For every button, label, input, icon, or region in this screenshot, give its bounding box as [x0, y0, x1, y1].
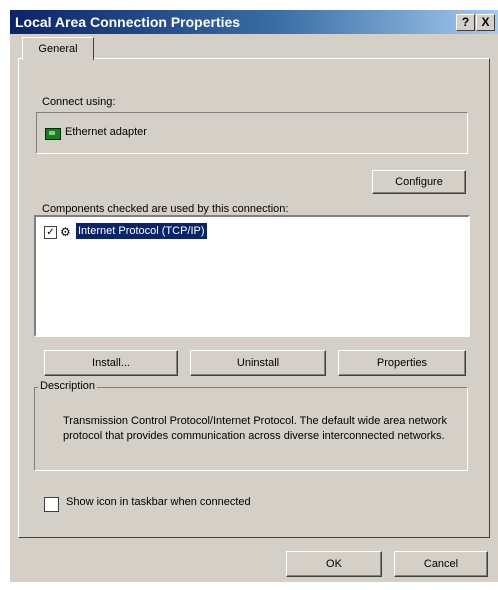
cancel-button[interactable]: Cancel — [394, 551, 488, 577]
connect-using-label: Connect using: — [42, 96, 116, 108]
help-button[interactable]: ? — [456, 14, 475, 31]
adapter-box: Ethernet adapter — [36, 112, 468, 154]
configure-button[interactable]: Configure — [372, 170, 466, 194]
components-list[interactable]: ✓ ⚙ Internet Protocol (TCP/IP) — [34, 215, 470, 337]
description-text: Transmission Control Protocol/Internet P… — [63, 415, 447, 442]
show-icon-label: Show icon in taskbar when connected — [66, 496, 251, 508]
protocol-label[interactable]: Internet Protocol (TCP/IP) — [76, 223, 207, 239]
network-adapter-icon — [45, 128, 61, 140]
protocol-icon: ⚙ — [60, 225, 71, 239]
description-group: Transmission Control Protocol/Internet P… — [34, 387, 468, 471]
components-label: Components checked are used by this conn… — [42, 203, 289, 215]
description-title: Description — [38, 380, 98, 392]
protocol-checkbox[interactable]: ✓ — [44, 226, 57, 239]
close-button[interactable]: X — [476, 14, 495, 31]
adapter-name: Ethernet adapter — [65, 126, 147, 138]
install-button[interactable]: Install... — [44, 350, 178, 376]
title-bar[interactable]: Local Area Connection Properties ? X — [10, 10, 498, 34]
window-title: Local Area Connection Properties — [15, 14, 241, 30]
properties-button[interactable]: Properties — [338, 350, 466, 376]
tab-general[interactable]: General — [22, 37, 94, 60]
show-icon-checkbox[interactable] — [44, 497, 59, 512]
uninstall-button[interactable]: Uninstall — [190, 350, 326, 376]
ok-button[interactable]: OK — [286, 551, 382, 577]
